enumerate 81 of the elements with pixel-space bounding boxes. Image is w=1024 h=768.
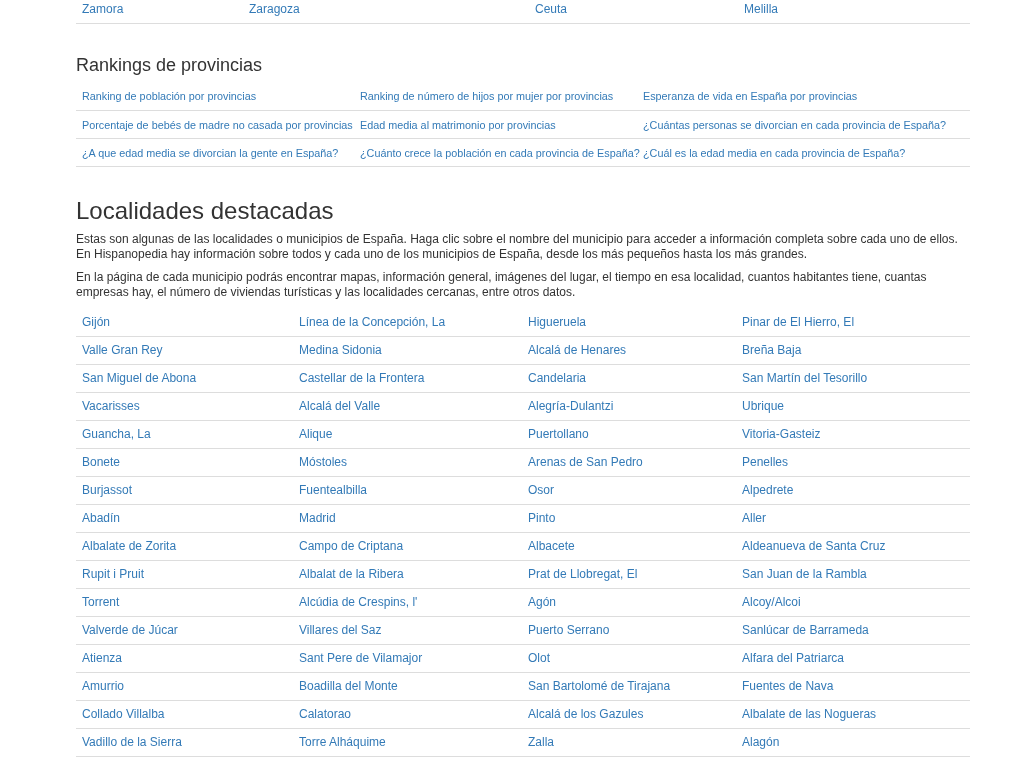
- town-link[interactable]: Collado Villalba: [82, 707, 165, 721]
- town-link[interactable]: Agón: [528, 595, 557, 609]
- ranking-link[interactable]: ¿Cuál es la edad media en cada provincia de España?: [643, 146, 906, 159]
- town-link[interactable]: Alcúdia de Crespins, l': [299, 595, 418, 609]
- town-link[interactable]: Arenas de San Pedro: [528, 455, 643, 469]
- town-link[interactable]: Albalate de Zorita: [82, 539, 177, 553]
- town-link[interactable]: Calatorao: [299, 707, 352, 721]
- town-link[interactable]: Penelles: [742, 455, 789, 469]
- section-heading: Rankings de provincias: [76, 54, 264, 75]
- section-heading: Localidades destacadas: [76, 198, 335, 224]
- town-link[interactable]: Alcalá de los Gazules: [528, 707, 644, 721]
- town-link[interactable]: Albalate de las Nogueras: [742, 707, 877, 721]
- town-link[interactable]: San Martín del Tesorillo: [742, 371, 868, 385]
- town-link[interactable]: San Bartolomé de Tirajana: [528, 679, 671, 693]
- town-link[interactable]: Sant Pere de Vilamajor: [299, 651, 423, 665]
- town-link[interactable]: Fuentealbilla: [299, 483, 368, 497]
- town-link[interactable]: Aldeanueva de Santa Cruz: [742, 539, 886, 553]
- town-link[interactable]: Aller: [742, 511, 766, 525]
- town-link[interactable]: Puertollano: [528, 427, 589, 441]
- town-link[interactable]: Atienza: [82, 651, 123, 665]
- ranking-link[interactable]: Ranking de población por provincias: [82, 90, 257, 103]
- town-link[interactable]: Alagón: [742, 735, 780, 749]
- town-link[interactable]: Madrid: [299, 511, 336, 525]
- town-link[interactable]: Boadilla del Monte: [299, 679, 398, 693]
- town-link[interactable]: Breña Baja: [742, 343, 802, 357]
- town-link[interactable]: Amurrio: [82, 679, 124, 693]
- town-link[interactable]: Gijón: [82, 314, 110, 329]
- ranking-link[interactable]: Porcentaje de bebés de madre no casada por provincias: [82, 118, 353, 131]
- town-link[interactable]: Prat de Llobregat, El: [528, 567, 638, 581]
- town-link[interactable]: Rupit i Pruit: [82, 567, 145, 581]
- town-link[interactable]: Alcoy/Alcoi: [742, 595, 801, 609]
- town-link[interactable]: Higueruela: [528, 314, 587, 329]
- town-link[interactable]: Sanlúcar de Barrameda: [742, 623, 869, 637]
- town-link[interactable]: Abadín: [82, 511, 121, 525]
- town-link[interactable]: San Juan de la Rambla: [742, 567, 867, 581]
- town-link[interactable]: Burjassot: [82, 483, 133, 497]
- ranking-link[interactable]: Ranking de número de hijos por mujer por provincias: [360, 90, 614, 103]
- town-link[interactable]: Ubrique: [742, 399, 785, 413]
- town-link[interactable]: Candelaria: [528, 371, 587, 385]
- town-link[interactable]: Línea de la Concepción, La: [299, 314, 446, 329]
- town-link[interactable]: Torrent: [82, 595, 120, 609]
- ranking-link[interactable]: ¿A que edad media se divorcian la gente en España?: [82, 146, 339, 159]
- town-link[interactable]: Alcalá de Henares: [528, 343, 627, 357]
- town-link[interactable]: Albacete: [528, 539, 575, 553]
- town-link[interactable]: Olot: [528, 651, 550, 665]
- town-link[interactable]: Osor: [528, 483, 554, 497]
- town-link[interactable]: San Miguel de Abona: [82, 371, 197, 385]
- ranking-link[interactable]: Esperanza de vida en España por provincias: [643, 90, 858, 103]
- town-link[interactable]: Zalla: [528, 735, 554, 749]
- town-link[interactable]: Pinar de El Hierro, El: [742, 314, 855, 329]
- town-link[interactable]: Fuentes de Nava: [742, 679, 834, 693]
- town-link[interactable]: Medina Sidonia: [299, 343, 382, 357]
- ranking-link[interactable]: ¿Cuánto crece la población en cada provincia de España?: [360, 146, 640, 159]
- ranking-link[interactable]: Edad media al matrimonio por provincias: [360, 118, 556, 131]
- town-link[interactable]: Bonete: [82, 455, 121, 469]
- province-link[interactable]: Ceuta: [535, 1, 568, 16]
- town-link[interactable]: Alpedrete: [742, 483, 794, 497]
- town-link[interactable]: Puerto Serrano: [528, 623, 610, 637]
- intro-paragraph: En la página de cada municipio podrás encontrar mapas, información general, imágenes del lugar, el tiempo en esa localidad, cuantos habitantes tiene, cuantas empresas hay, el número de viviendas turísticas y las localidades cercanas, entre otros datos.: [76, 270, 928, 300]
- town-link[interactable]: Vitoria-Gasteiz: [742, 427, 821, 441]
- town-link[interactable]: Valle Gran Rey: [82, 343, 163, 357]
- province-link[interactable]: Zaragoza: [249, 1, 300, 16]
- province-link[interactable]: Melilla: [744, 1, 778, 16]
- town-link[interactable]: Alfara del Patriarca: [742, 651, 845, 665]
- town-link[interactable]: Móstoles: [299, 455, 348, 469]
- town-link[interactable]: Campo de Criptana: [299, 539, 404, 553]
- town-link[interactable]: Villares del Saz: [299, 623, 382, 637]
- town-link[interactable]: Alique: [299, 427, 333, 441]
- town-link[interactable]: Valverde de Júcar: [82, 623, 178, 637]
- town-link[interactable]: Albalat de la Ribera: [299, 567, 404, 581]
- town-link[interactable]: Alegría-Dulantzi: [528, 399, 614, 413]
- ranking-link[interactable]: ¿Cuántas personas se divorcian en cada provincia de España?: [643, 118, 947, 131]
- town-link[interactable]: Guancha, La: [82, 427, 151, 441]
- town-link[interactable]: Vacarisses: [82, 399, 140, 413]
- town-link[interactable]: Torre Alháquime: [299, 735, 386, 749]
- town-link[interactable]: Alcalá del Valle: [299, 399, 381, 413]
- town-link[interactable]: Pinto: [528, 511, 556, 525]
- town-link[interactable]: Castellar de la Frontera: [299, 371, 425, 385]
- intro-paragraph: Estas son algunas de las localidades o municipios de España. Haga clic sobre el nombre del municipio para acceder a información completa sobre cada uno de ellos. En Hispanopedia hay información sobre todos y cada uno de los municipios de España, desde los más pequeños hasta los más grandes.: [76, 232, 959, 262]
- province-link[interactable]: Zamora: [82, 1, 124, 16]
- town-link[interactable]: Vadillo de la Sierra: [82, 735, 182, 749]
